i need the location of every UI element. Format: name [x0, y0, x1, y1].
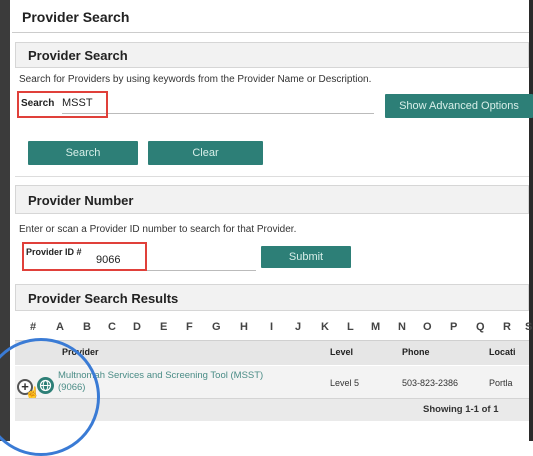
alpha-link-j[interactable]: J: [295, 321, 301, 333]
alpha-link-p[interactable]: P: [450, 321, 457, 333]
alpha-link-q[interactable]: Q: [476, 321, 485, 333]
alpha-link-i[interactable]: I: [270, 321, 273, 333]
alpha-link-m[interactable]: M: [371, 321, 380, 333]
number-section-title: Provider Number: [28, 193, 134, 208]
number-hint: Enter or scan a Provider ID number to se…: [19, 224, 297, 235]
showing-count: Showing 1-1 of 1: [423, 404, 499, 415]
search-button[interactable]: Search: [28, 141, 138, 165]
section-divider: [15, 176, 529, 177]
alpha-link-s[interactable]: S: [525, 321, 532, 333]
alpha-link-o[interactable]: O: [423, 321, 432, 333]
alpha-link-g[interactable]: G: [212, 321, 221, 333]
search-input-underline: [62, 113, 374, 114]
alpha-link-d[interactable]: D: [133, 321, 141, 333]
alpha-link-c[interactable]: C: [108, 321, 116, 333]
right-margin: [529, 0, 533, 441]
search-section-title: Provider Search: [28, 48, 128, 63]
alpha-link-k[interactable]: K: [321, 321, 329, 333]
clear-button[interactable]: Clear: [148, 141, 263, 165]
col-location[interactable]: Locati: [489, 347, 516, 357]
col-phone[interactable]: Phone: [402, 347, 430, 357]
page-title: Provider Search: [22, 9, 130, 25]
search-hint: Search for Providers by using keywords f…: [19, 74, 372, 85]
alpha-link-a[interactable]: A: [56, 321, 64, 333]
divider: [12, 32, 529, 33]
number-section-header: Provider Number: [15, 185, 529, 214]
alpha-link-b[interactable]: B: [83, 321, 91, 333]
alpha-link-e[interactable]: E: [160, 321, 167, 333]
alpha-link-f[interactable]: F: [186, 321, 193, 333]
search-section-header: Provider Search: [15, 42, 529, 68]
provider-phone: 503-823-2386: [402, 378, 459, 388]
provider-id-highlight-box: [22, 242, 147, 271]
provider-level: Level 5: [330, 378, 360, 388]
alpha-link-h[interactable]: H: [240, 321, 248, 333]
provider-location: Portla: [489, 378, 513, 388]
alpha-link-hash[interactable]: #: [30, 321, 36, 333]
search-highlight-box: [17, 91, 108, 118]
results-section-header: Provider Search Results: [15, 284, 529, 311]
alpha-link-r[interactable]: R: [503, 321, 511, 333]
col-level[interactable]: Level: [330, 347, 353, 357]
submit-button[interactable]: Submit: [261, 246, 351, 268]
results-section-title: Provider Search Results: [28, 291, 179, 306]
alpha-link-n[interactable]: N: [398, 321, 406, 333]
show-advanced-options-button[interactable]: Show Advanced Options: [385, 94, 533, 118]
alpha-link-l[interactable]: L: [347, 321, 354, 333]
